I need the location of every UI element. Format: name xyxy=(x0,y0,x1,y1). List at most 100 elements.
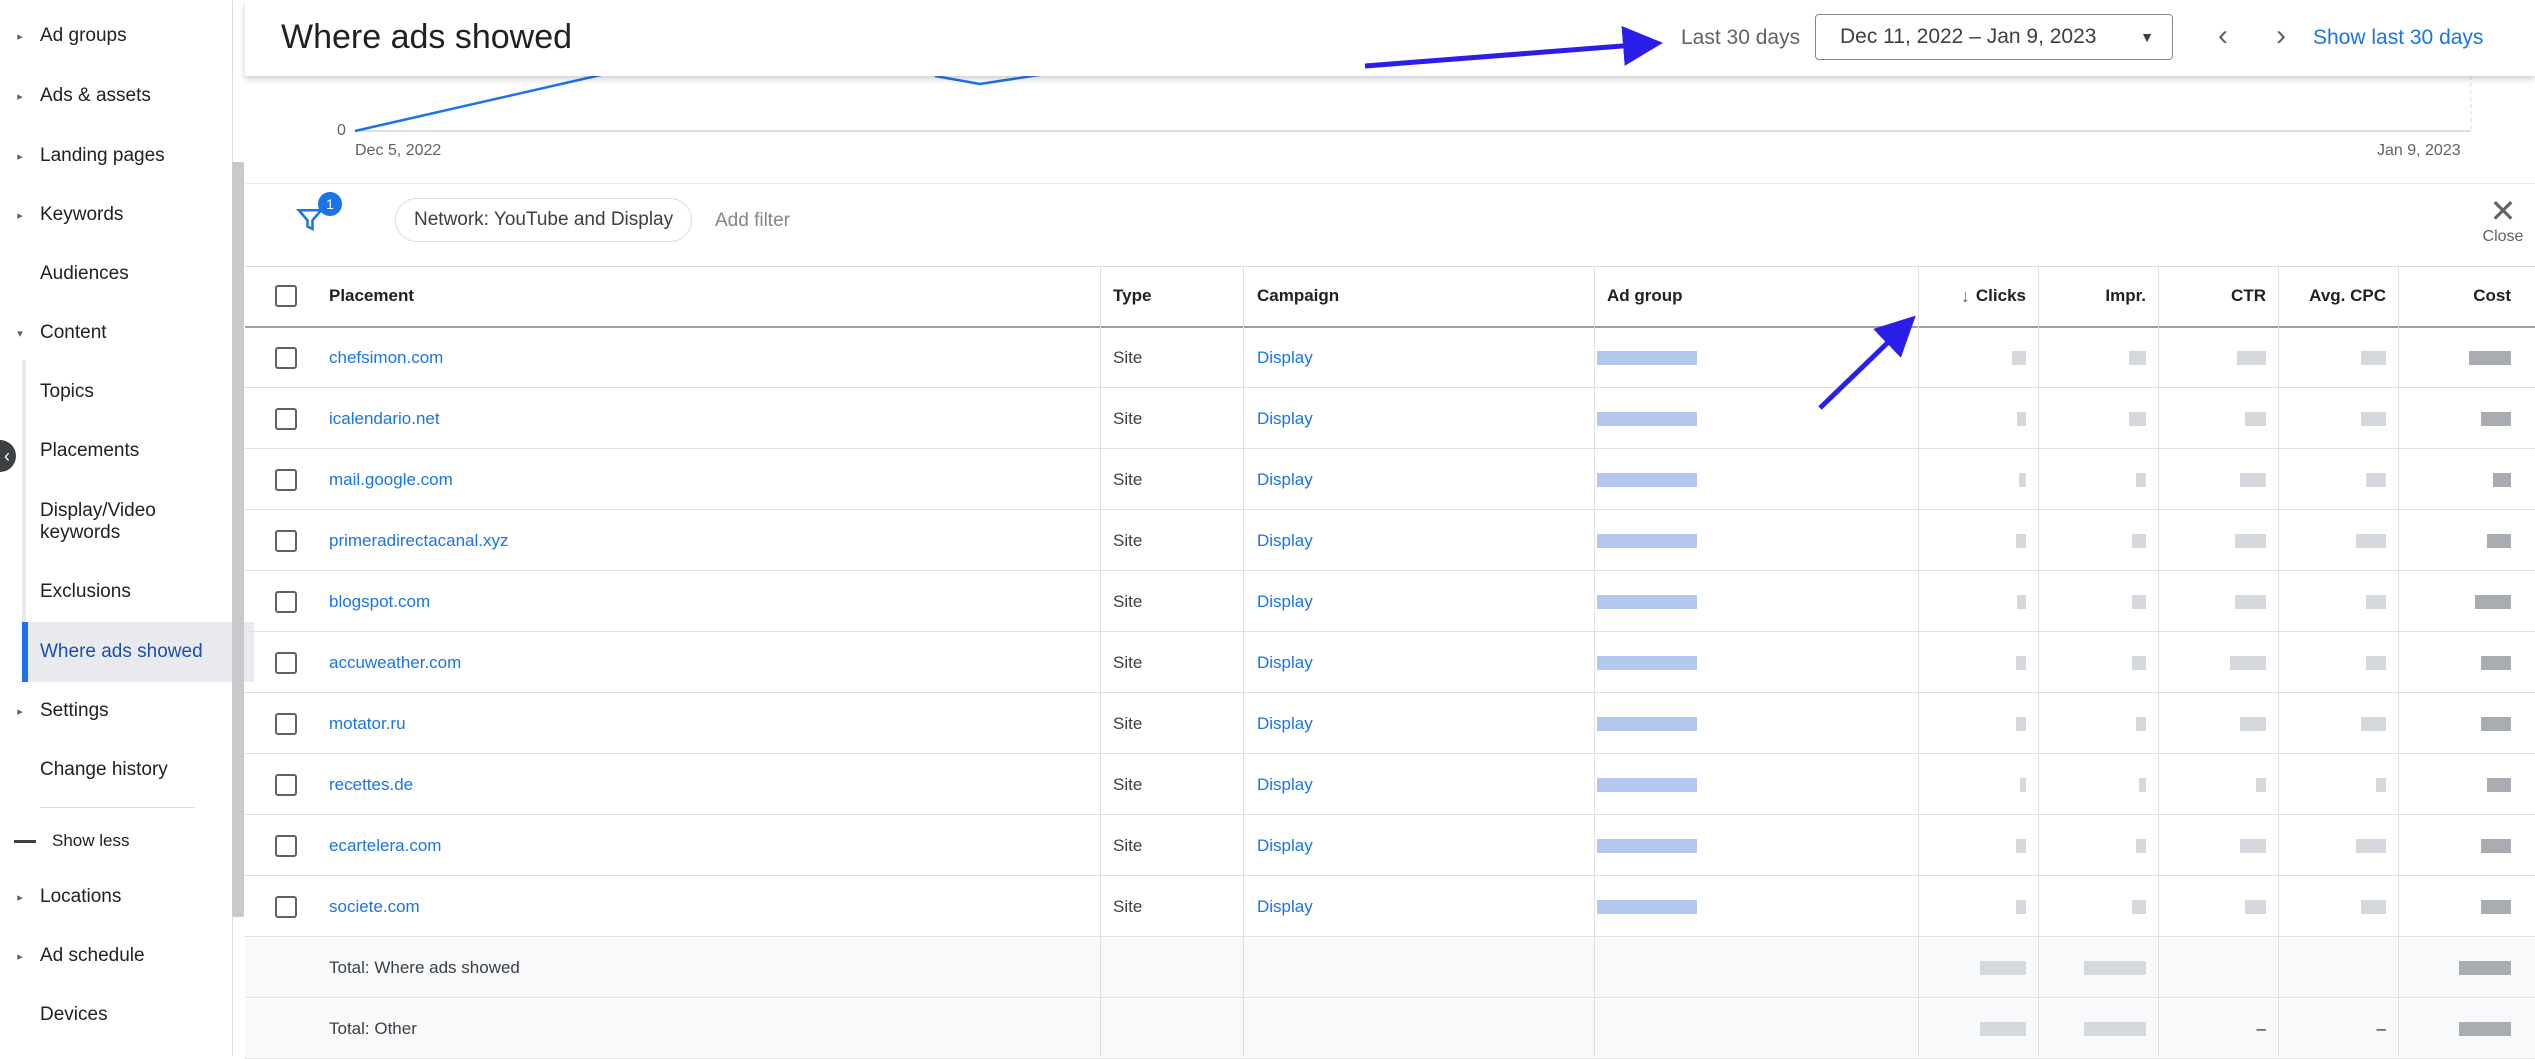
sidebar-item-label: Change history xyxy=(40,759,168,780)
campaign-link[interactable]: Display xyxy=(1257,755,1313,814)
row-checkbox[interactable] xyxy=(275,877,305,936)
avg-cpc-redacted xyxy=(2278,511,2398,570)
show-last-30-days-link[interactable]: Show last 30 days xyxy=(2313,26,2483,50)
row-checkbox[interactable] xyxy=(275,328,305,387)
sidebar-item-exclusions[interactable]: Exclusions xyxy=(0,562,270,622)
sidebar-item-devices[interactable]: Devices xyxy=(0,985,230,1045)
campaign-link[interactable]: Display xyxy=(1257,328,1313,387)
cost-redacted xyxy=(2398,877,2523,936)
column-divider xyxy=(1918,266,1919,1056)
sidebar-item-locations[interactable]: ▸ Locations xyxy=(0,867,230,927)
impr-redacted xyxy=(2038,328,2158,387)
sidebar-item-placements[interactable]: Placements xyxy=(0,421,270,481)
column-header-ad-group[interactable]: Ad group xyxy=(1607,266,1683,326)
page-title: Where ads showed xyxy=(281,18,573,56)
impr-redacted xyxy=(2038,633,2158,692)
row-checkbox[interactable] xyxy=(275,572,305,631)
sidebar-item-landing-pages[interactable]: ▸ Landing pages xyxy=(0,126,230,186)
sidebar-divider xyxy=(40,807,195,808)
row-checkbox[interactable] xyxy=(275,450,305,509)
column-header-impr[interactable]: Impr. xyxy=(2038,266,2158,326)
sidebar-item-audiences[interactable]: Audiences xyxy=(0,244,230,304)
chart-canvas xyxy=(354,72,2472,133)
add-filter-button[interactable]: Add filter xyxy=(715,210,790,232)
sidebar-scrollbar[interactable] xyxy=(232,162,244,917)
clicks-redacted xyxy=(1918,450,2038,509)
column-header-cost[interactable]: Cost xyxy=(2398,266,2523,326)
network-filter-chip[interactable]: Network: YouTube and Display xyxy=(395,198,693,242)
campaign-link[interactable]: Display xyxy=(1257,816,1313,875)
campaign-link[interactable]: Display xyxy=(1257,694,1313,753)
placement-link[interactable]: ecartelera.com xyxy=(329,816,441,875)
sidebar-item-settings[interactable]: ▸ Settings xyxy=(0,681,230,741)
sidebar-item-label: Display/Video keywords xyxy=(40,500,156,543)
placement-link[interactable]: blogspot.com xyxy=(329,572,430,631)
sidebar-item-label: Audiences xyxy=(40,263,129,284)
page-header: Where ads showed Last 30 days Dec 11, 20… xyxy=(245,0,2535,76)
placement-link[interactable]: mail.google.com xyxy=(329,450,453,509)
caret-right-icon: ▸ xyxy=(17,950,23,963)
sidebar-item-display-video-keywords[interactable]: Display/Video keywords xyxy=(0,490,220,554)
sidebar-item-topics[interactable]: Topics xyxy=(0,362,270,422)
row-checkbox[interactable] xyxy=(275,755,305,814)
row-checkbox[interactable] xyxy=(275,511,305,570)
campaign-link[interactable]: Display xyxy=(1257,877,1313,936)
placement-link[interactable]: chefsimon.com xyxy=(329,328,443,387)
placement-link[interactable]: societe.com xyxy=(329,877,420,936)
column-header-campaign[interactable]: Campaign xyxy=(1257,266,1339,326)
placement-link[interactable]: motator.ru xyxy=(329,694,406,753)
column-divider xyxy=(1100,266,1101,1056)
row-checkbox[interactable] xyxy=(275,389,305,448)
close-icon: ✕ xyxy=(2489,193,2517,229)
ctr-redacted xyxy=(2158,389,2278,448)
ctr-redacted xyxy=(2158,511,2278,570)
close-filter-button[interactable]: ✕ Close xyxy=(2473,194,2533,246)
previous-period-button[interactable]: ‹ xyxy=(2203,16,2243,56)
placement-link[interactable]: recettes.de xyxy=(329,755,413,814)
campaign-link[interactable]: Display xyxy=(1257,389,1313,448)
cost-redacted xyxy=(2398,511,2523,570)
show-less-button[interactable]: Show less xyxy=(0,815,230,867)
chart-series-line xyxy=(354,72,606,133)
date-range-picker[interactable]: Dec 11, 2022 – Jan 9, 2023 ▼ xyxy=(1815,14,2173,60)
sidebar-item-ads-assets[interactable]: ▸ Ads & assets xyxy=(0,66,230,126)
ctr-value: – xyxy=(2256,1018,2266,1038)
sidebar-item-ad-schedule[interactable]: ▸ Ad schedule xyxy=(0,926,230,986)
clicks-redacted xyxy=(1918,877,2038,936)
sidebar-item-label: Devices xyxy=(40,1004,108,1025)
avg-cpc-redacted xyxy=(2278,755,2398,814)
filter-bar: 1 Network: YouTube and Display Add filte… xyxy=(245,183,2535,267)
column-header-avg-cpc[interactable]: Avg. CPC xyxy=(2278,266,2398,326)
placement-link[interactable]: accuweather.com xyxy=(329,633,461,692)
column-header-type[interactable]: Type xyxy=(1113,266,1151,326)
column-header-clicks[interactable]: ↓ Clicks xyxy=(1918,266,2038,326)
type-cell: Site xyxy=(1113,347,1143,367)
sidebar-item-content[interactable]: ▾ Content xyxy=(0,303,230,363)
campaign-link[interactable]: Display xyxy=(1257,572,1313,631)
impr-redacted xyxy=(2038,877,2158,936)
campaign-link[interactable]: Display xyxy=(1257,633,1313,692)
caret-right-icon: ▸ xyxy=(17,209,23,222)
placement-link[interactable]: primeradirectacanal.xyz xyxy=(329,511,509,570)
row-checkbox[interactable] xyxy=(275,694,305,753)
column-header-placement[interactable]: Placement xyxy=(329,266,414,326)
campaign-link[interactable]: Display xyxy=(1257,450,1313,509)
table-row: primeradirectacanal.xyz Site Display xyxy=(245,511,2535,571)
sidebar-item-keywords[interactable]: ▸ Keywords xyxy=(0,185,230,245)
next-period-button[interactable]: › xyxy=(2261,16,2301,56)
row-checkbox[interactable] xyxy=(275,816,305,875)
ad-group-redacted xyxy=(1597,755,1697,814)
sidebar-item-change-history[interactable]: Change history xyxy=(0,740,230,800)
date-range-text: Dec 11, 2022 – Jan 9, 2023 xyxy=(1840,25,2097,48)
ad-group-redacted xyxy=(1597,877,1697,936)
select-all-checkbox[interactable] xyxy=(275,266,305,326)
sidebar-item-label: Settings xyxy=(40,700,109,721)
sidebar-item-ad-groups[interactable]: ▸ Ad groups xyxy=(0,6,230,66)
campaign-link[interactable]: Display xyxy=(1257,511,1313,570)
chart-y-zero-label: 0 xyxy=(337,122,346,139)
placement-link[interactable]: icalendario.net xyxy=(329,389,440,448)
column-header-ctr[interactable]: CTR xyxy=(2158,266,2278,326)
row-checkbox[interactable] xyxy=(275,633,305,692)
impr-redacted xyxy=(2038,389,2158,448)
sidebar-item-where-ads-showed[interactable]: Where ads showed xyxy=(22,622,254,682)
